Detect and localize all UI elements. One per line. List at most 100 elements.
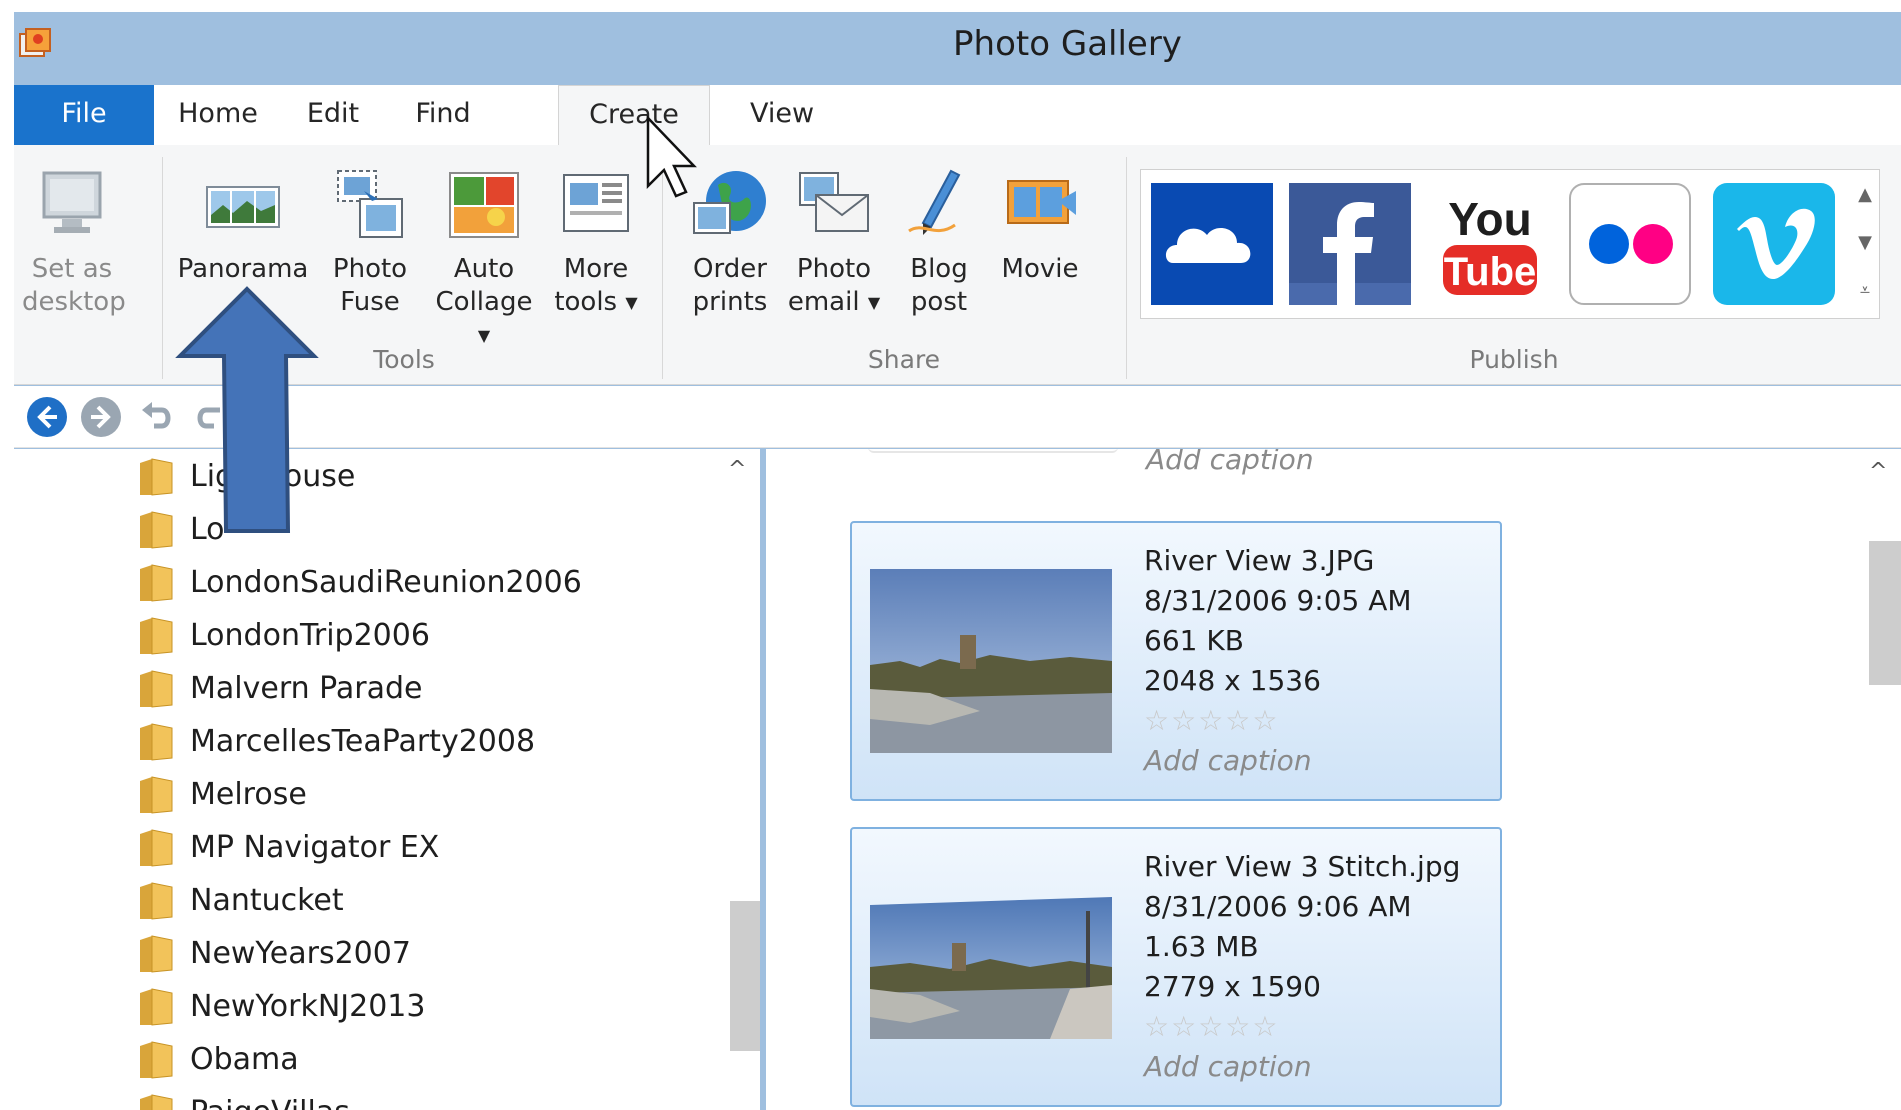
folder-icon bbox=[140, 617, 173, 655]
photo-thumbnail[interactable] bbox=[870, 897, 1112, 1039]
tab-find[interactable]: Find bbox=[388, 85, 498, 145]
publish-gallery: You Tube bbox=[1140, 169, 1880, 319]
photo-size: 661 KB bbox=[1144, 624, 1244, 657]
folder-label: Nantucket bbox=[190, 883, 344, 918]
content-scrollbar[interactable]: ^ bbox=[1861, 449, 1901, 1110]
chevron-down-icon[interactable]: ▼ bbox=[1850, 219, 1880, 267]
folder-icon bbox=[140, 776, 173, 814]
folder-tree: Lighthouse Lo LondonSaudiReunion2006 London… bbox=[14, 449, 760, 1110]
chevron-up-icon[interactable]: ▲ bbox=[1850, 171, 1880, 219]
chevron-up-icon[interactable]: ^ bbox=[1869, 459, 1887, 484]
auto-collage-label-2: Collage bbox=[435, 287, 533, 317]
chevron-up-icon[interactable]: ^ bbox=[728, 457, 746, 482]
onedrive-icon[interactable] bbox=[1151, 183, 1273, 305]
folder-tree-scrollbar[interactable]: ^ bbox=[720, 449, 760, 1110]
photo-meta: River View 3 Stitch.jpg 8/31/2006 9:06 A… bbox=[1144, 847, 1460, 1087]
photo-email-button[interactable]: Photo email ▼ bbox=[784, 165, 884, 319]
photo-fuse-button[interactable]: Photo Fuse bbox=[318, 165, 422, 319]
folder-label: Lighthouse bbox=[190, 459, 356, 494]
blog-post-label-2: post bbox=[910, 287, 968, 317]
tab-view[interactable]: View bbox=[722, 85, 842, 145]
star-rating[interactable]: ☆☆☆☆☆ bbox=[1144, 1007, 1460, 1047]
photo-email-icon bbox=[799, 172, 869, 232]
photo-dimensions: 2048 x 1536 bbox=[1144, 664, 1321, 697]
folder-label: Obama bbox=[190, 1042, 299, 1077]
folder-label: Melrose bbox=[190, 777, 307, 812]
panorama-icon bbox=[206, 186, 280, 228]
photo-filename: River View 3 Stitch.jpg bbox=[1144, 850, 1461, 883]
tab-edit[interactable]: Edit bbox=[278, 85, 388, 145]
scrollbar-thumb[interactable] bbox=[730, 901, 760, 1051]
more-tools-label-2: tools bbox=[554, 287, 618, 317]
blog-post-button[interactable]: Blog post bbox=[894, 165, 984, 319]
back-icon[interactable] bbox=[26, 396, 68, 438]
photo-fuse-label-1: Photo bbox=[332, 254, 408, 284]
folder-icon bbox=[140, 511, 173, 549]
add-caption-link[interactable]: Add caption bbox=[1144, 741, 1412, 781]
folder-icon bbox=[140, 670, 173, 708]
publish-scroll: ▲ ▼ ⩡ bbox=[1850, 171, 1880, 317]
set-as-desktop-button[interactable]: Set as desktop bbox=[22, 165, 126, 319]
ribbon-tab-row: File Home Edit Find Create View bbox=[14, 85, 1901, 147]
forward-icon[interactable] bbox=[80, 396, 122, 438]
photo-item-river-view-3[interactable]: River View 3.JPG 8/31/2006 9:05 AM 661 K… bbox=[850, 521, 1502, 801]
order-prints-button[interactable]: Order prints bbox=[682, 165, 778, 319]
folder-icon bbox=[140, 935, 173, 973]
youtube-icon[interactable]: You Tube bbox=[1429, 183, 1551, 305]
order-prints-label-2: prints bbox=[692, 287, 768, 317]
photo-email-label-2: email bbox=[787, 287, 860, 317]
photo-dimensions: 2779 x 1590 bbox=[1144, 970, 1321, 1003]
photo-thumbnail[interactable] bbox=[870, 569, 1112, 753]
auto-collage-button[interactable]: Auto Collage ▼ bbox=[428, 165, 540, 352]
more-tools-button[interactable]: More tools ▼ bbox=[544, 165, 648, 319]
photo-fuse-icon bbox=[337, 170, 403, 238]
auto-collage-label-1: Auto bbox=[453, 254, 515, 284]
vimeo-icon[interactable] bbox=[1713, 183, 1835, 305]
tab-file[interactable]: File bbox=[14, 85, 154, 145]
star-rating[interactable]: ☆☆☆☆☆ bbox=[1144, 701, 1412, 741]
tab-create[interactable]: Create bbox=[558, 85, 710, 147]
group-separator bbox=[662, 157, 663, 379]
photo-fuse-label-2: Fuse bbox=[340, 287, 400, 317]
pen-icon bbox=[908, 169, 961, 235]
folder-icon bbox=[140, 564, 173, 602]
folder-icon bbox=[140, 723, 173, 761]
monitor-icon bbox=[42, 171, 102, 233]
title-bar: Photo Gallery bbox=[14, 12, 1901, 82]
globe-icon bbox=[693, 171, 766, 234]
folder-label: Lo bbox=[190, 512, 225, 547]
group-separator bbox=[1126, 157, 1127, 379]
youtube-text-top: You bbox=[1448, 193, 1531, 245]
folder-label: NewYears2007 bbox=[190, 936, 411, 971]
folder-label: PaigeVillas bbox=[190, 1095, 350, 1110]
add-caption-link[interactable]: Add caption bbox=[1146, 449, 1314, 476]
photo-email-label-1: Photo bbox=[796, 254, 872, 284]
folder-icon bbox=[140, 458, 173, 496]
scrollbar-thumb[interactable] bbox=[1869, 541, 1901, 685]
folder-icon bbox=[140, 988, 173, 1026]
tab-home[interactable]: Home bbox=[158, 85, 278, 145]
facebook-icon[interactable] bbox=[1289, 183, 1411, 305]
folder-label: LondonSaudiReunion2006 bbox=[190, 565, 582, 600]
more-tools-label-1: More bbox=[563, 254, 629, 284]
youtube-text-bottom: Tube bbox=[1444, 250, 1537, 294]
photo-item-river-view-3-stitch[interactable]: River View 3 Stitch.jpg 8/31/2006 9:06 A… bbox=[850, 827, 1502, 1107]
flickr-icon[interactable] bbox=[1569, 183, 1691, 305]
photo-gallery-window: Photo Gallery File Home Edit Find Create… bbox=[14, 12, 1901, 1110]
panorama-button[interactable]: Panorama bbox=[174, 165, 312, 286]
redo-icon[interactable] bbox=[190, 396, 232, 438]
chevron-down-icon: ▼ bbox=[625, 293, 638, 312]
window-title: Photo Gallery bbox=[953, 24, 1182, 64]
folder-icon bbox=[140, 882, 173, 920]
photo-date: 8/31/2006 9:05 AM bbox=[1144, 584, 1412, 617]
folder-label: Malvern Parade bbox=[190, 671, 423, 706]
folder-label: LondonTrip2006 bbox=[190, 618, 430, 653]
undo-icon[interactable] bbox=[136, 396, 178, 438]
movie-button[interactable]: Movie bbox=[992, 165, 1088, 286]
photo-filename: River View 3.JPG bbox=[1144, 544, 1375, 577]
navigation-toolbar bbox=[14, 386, 1901, 448]
photo-list: Add caption River View 3.JPG 8/31/2006 9… bbox=[766, 449, 1901, 1110]
order-prints-label-1: Order bbox=[693, 254, 767, 284]
expand-gallery-icon[interactable]: ⩡ bbox=[1850, 267, 1880, 315]
add-caption-link[interactable]: Add caption bbox=[1144, 1047, 1460, 1087]
